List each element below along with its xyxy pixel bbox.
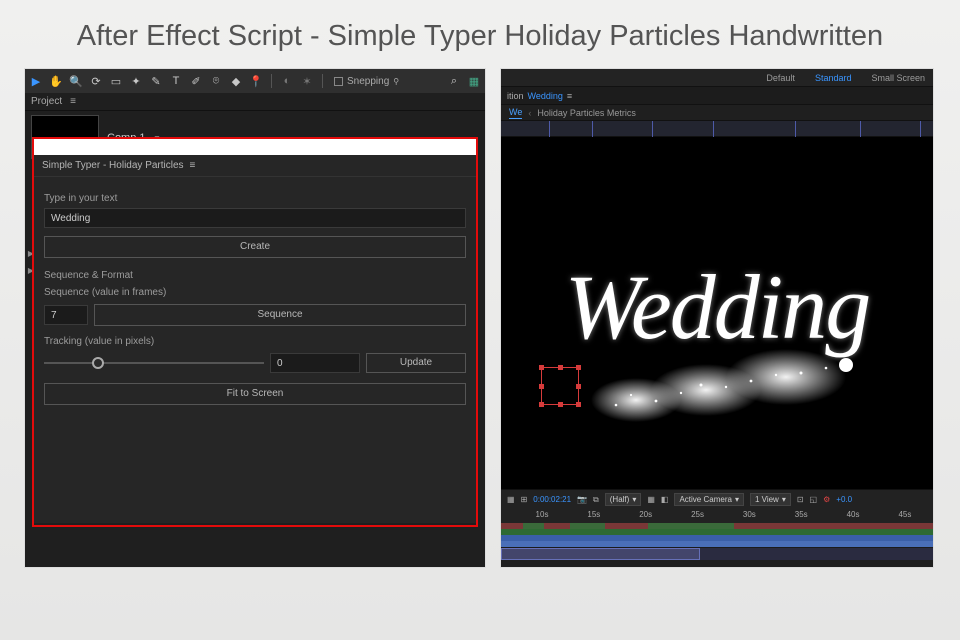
- vc-icon-3[interactable]: ⧉: [593, 495, 599, 505]
- navigator-thumb[interactable]: [501, 548, 700, 560]
- project-panel-header: Project ≡: [25, 93, 485, 111]
- tl-tick: 35s: [795, 510, 808, 519]
- tracking-slider[interactable]: [44, 353, 264, 373]
- puppet-tool-icon[interactable]: 📍: [249, 74, 263, 88]
- toolbar-separator: [322, 74, 323, 88]
- main-toolbar: ▶ ✋ 🔍 ⟳ ▭ ✦ ✎ T ✐ ⌾ ◆ 📍 ◐ ✶ Snepping ⚲ ⌕…: [25, 69, 485, 93]
- script-panel: Simple Typer - Holiday Particles ≡ Type …: [34, 155, 476, 523]
- tl-tick: 20s: [639, 510, 652, 519]
- slider-thumb[interactable]: [92, 357, 104, 369]
- right-panel: Default Standard Small Screen ition Wedd…: [500, 68, 934, 568]
- vc-icon-2[interactable]: ⊞: [521, 495, 528, 504]
- script-panel-title: Simple Typer - Holiday Particles: [42, 160, 184, 171]
- snapping-label: Snepping: [347, 76, 389, 87]
- toolbar-separator: [271, 74, 272, 88]
- vc-icon-8[interactable]: ⚙: [823, 495, 830, 504]
- tl-tick: 30s: [743, 510, 756, 519]
- breadcrumb-sep-icon: ‹: [528, 108, 531, 118]
- extra-tool-2-icon[interactable]: ✶: [300, 74, 314, 88]
- timecode-value[interactable]: 0:00:02:21: [533, 495, 571, 504]
- comp-tab-prefix: ition: [507, 91, 524, 101]
- extra-tool-1-icon[interactable]: ◐: [280, 74, 294, 88]
- composition-tabs: ition Wedding ≡: [501, 87, 933, 105]
- fit-to-screen-button[interactable]: Fit to Screen: [44, 383, 466, 405]
- vc-icon-6[interactable]: ⊡: [797, 495, 804, 504]
- resolution-dropdown[interactable]: (Half) ▾: [605, 493, 642, 506]
- selection-box[interactable]: [541, 367, 579, 405]
- timeline: 10s 15s 20s 25s 30s 35s 40s 45s: [501, 509, 933, 560]
- orbit-tool-icon[interactable]: ⟳: [89, 74, 103, 88]
- viewer-controls: ▦ ⊞ 0:00:02:21 📷 ⧉ (Half) ▾ ▦ ◧ Active C…: [501, 489, 933, 509]
- project-tab-label[interactable]: Project: [31, 96, 62, 107]
- comp-tab-active[interactable]: Wedding: [528, 91, 563, 101]
- top-ruler[interactable]: [501, 121, 933, 137]
- tl-tick: 45s: [898, 510, 911, 519]
- roto-tool-icon[interactable]: ✦: [129, 74, 143, 88]
- workspace-default[interactable]: Default: [766, 73, 795, 83]
- camera-dropdown[interactable]: Active Camera ▾: [674, 493, 743, 506]
- text-input[interactable]: [44, 208, 466, 228]
- clone-tool-icon[interactable]: ⌾: [209, 74, 223, 88]
- type-text-label: Type in your text: [44, 193, 466, 204]
- tl-tick: 25s: [691, 510, 704, 519]
- tl-tick: 40s: [847, 510, 860, 519]
- rect-tool-icon[interactable]: ▭: [109, 74, 123, 88]
- preview-text: Wedding: [565, 254, 870, 360]
- tl-tick: 10s: [536, 510, 549, 519]
- snapping-checkbox[interactable]: [334, 77, 343, 86]
- selection-tool-icon[interactable]: ▶: [29, 74, 43, 88]
- update-button[interactable]: Update: [366, 353, 466, 373]
- vc-icon-5[interactable]: ◧: [661, 495, 669, 504]
- left-panel: ▶ ✋ 🔍 ⟳ ▭ ✦ ✎ T ✐ ⌾ ◆ 📍 ◐ ✶ Snepping ⚲ ⌕…: [24, 68, 486, 568]
- sequence-input[interactable]: [44, 305, 88, 325]
- timeline-navigator[interactable]: [501, 548, 933, 560]
- sequence-button[interactable]: Sequence: [94, 304, 466, 326]
- breadcrumb: We ‹ Holiday Particles Metrics: [501, 105, 933, 121]
- snapping-icon: ⚲: [393, 77, 399, 86]
- view-dropdown[interactable]: 1 View ▾: [750, 493, 791, 506]
- vc-icon-1[interactable]: ▦: [507, 495, 515, 504]
- snapping-toggle[interactable]: Snepping ⚲: [334, 76, 399, 87]
- snapshot-icon[interactable]: 📷: [577, 495, 587, 504]
- breadcrumb-root[interactable]: We: [509, 107, 522, 119]
- pen-tool-icon[interactable]: ✎: [149, 74, 163, 88]
- workspace-small[interactable]: Small Screen: [871, 73, 925, 83]
- eraser-tool-icon[interactable]: ◆: [229, 74, 243, 88]
- type-tool-icon[interactable]: T: [169, 74, 183, 88]
- vc-icon-4[interactable]: ▦: [647, 495, 655, 504]
- breadcrumb-leaf[interactable]: Holiday Particles Metrics: [537, 108, 636, 118]
- create-button[interactable]: Create: [44, 236, 466, 258]
- composition-viewer[interactable]: Wedding: [501, 137, 933, 489]
- timeline-layers[interactable]: [501, 523, 933, 547]
- project-menu-icon[interactable]: ≡: [70, 96, 75, 107]
- workspace-bar: Default Standard Small Screen: [501, 69, 933, 87]
- zoom-tool-icon[interactable]: 🔍: [69, 74, 83, 88]
- sequence-value-label: Sequence (value in frames): [44, 287, 466, 298]
- brush-tool-icon[interactable]: ✐: [189, 74, 203, 88]
- script-menu-icon[interactable]: ≡: [190, 160, 195, 171]
- hand-tool-icon[interactable]: ✋: [49, 74, 63, 88]
- panel-menu-icon[interactable]: ▦: [467, 74, 481, 88]
- tracking-input[interactable]: [270, 353, 360, 373]
- workspace-standard[interactable]: Standard: [815, 73, 852, 83]
- comp-tab-menu-icon[interactable]: ≡: [567, 91, 571, 101]
- search-icon[interactable]: ⌕: [447, 74, 461, 88]
- exposure-value[interactable]: +0.0: [836, 495, 852, 504]
- tl-tick: 15s: [587, 510, 600, 519]
- tracking-label: Tracking (value in pixels): [44, 336, 466, 347]
- script-panel-header: Simple Typer - Holiday Particles ≡: [34, 155, 476, 177]
- page-title: After Effect Script - Simple Typer Holid…: [0, 0, 960, 68]
- sequence-section-label: Sequence & Format: [44, 270, 466, 281]
- timeline-ruler[interactable]: 10s 15s 20s 25s 30s 35s 40s 45s: [501, 509, 933, 523]
- vc-icon-7[interactable]: ◱: [810, 495, 818, 504]
